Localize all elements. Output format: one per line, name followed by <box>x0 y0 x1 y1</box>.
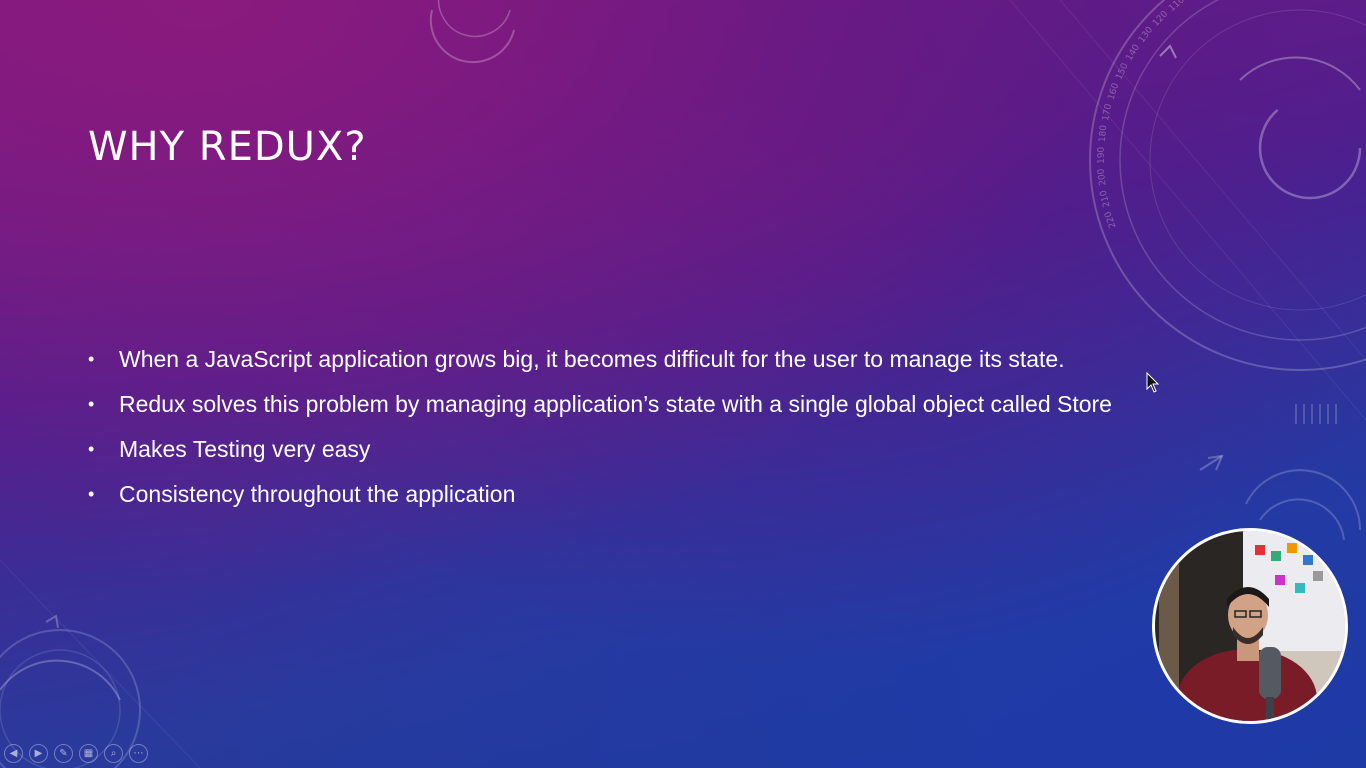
bullet-list: • When a JavaScript application grows bi… <box>88 344 1198 524</box>
dial-number: 170 <box>1101 103 1114 122</box>
see-all-slides-icon[interactable]: ▦ <box>79 744 98 763</box>
dial-number: 110 <box>1167 0 1187 14</box>
bullet-text: Redux solves this problem by managing ap… <box>119 391 1112 417</box>
bullet-item: • Makes Testing very easy <box>88 434 1198 464</box>
zoom-icon[interactable]: ⌕ <box>104 744 123 763</box>
bullet-text: When a JavaScript application grows big,… <box>119 346 1065 372</box>
mouse-cursor-icon <box>1146 372 1160 393</box>
dial-number: 100 <box>1185 0 1205 1</box>
more-options-icon[interactable]: ⋯ <box>129 744 148 763</box>
presenter-video-icon <box>1155 531 1345 721</box>
dial-number: 210 <box>1099 189 1113 208</box>
dial-number: 180 <box>1098 124 1110 142</box>
bullet-item: • Consistency throughout the application <box>88 479 1198 509</box>
bullet-item: • Redux solves this problem by managing … <box>88 389 1198 419</box>
dial-number: 200 <box>1096 168 1108 187</box>
presenter-controls: ◀ ▶ ✎ ▦ ⌕ ⋯ <box>4 744 148 763</box>
dial-number: 120 <box>1151 9 1170 29</box>
bullet-dot: • <box>88 394 95 414</box>
bullet-text: Consistency throughout the application <box>119 481 516 507</box>
bullet-dot: • <box>88 484 95 504</box>
dial-number: 130 <box>1137 25 1155 45</box>
bullet-text: Makes Testing very easy <box>119 436 371 462</box>
dial-number: 220 <box>1103 210 1118 230</box>
pen-icon[interactable]: ✎ <box>54 744 73 763</box>
tick-decoration <box>1295 404 1337 424</box>
next-slide-icon[interactable]: ▶ <box>29 744 48 763</box>
presenter-webcam <box>1152 528 1348 724</box>
top-arc-decoration <box>429 0 515 64</box>
dial-number: 140 <box>1125 43 1142 63</box>
bullet-dot: • <box>88 349 95 369</box>
bullet-dot: • <box>88 439 95 459</box>
dial-number: 190 <box>1097 146 1107 164</box>
dial-number: 160 <box>1107 82 1122 102</box>
slide-title: WHY REDUX? <box>88 124 367 170</box>
dial-number: 150 <box>1115 62 1131 82</box>
slide: 2202102001901801701601501401301201101009… <box>0 0 1366 768</box>
previous-slide-icon[interactable]: ◀ <box>4 744 23 763</box>
bullet-item: • When a JavaScript application grows bi… <box>88 344 1198 374</box>
